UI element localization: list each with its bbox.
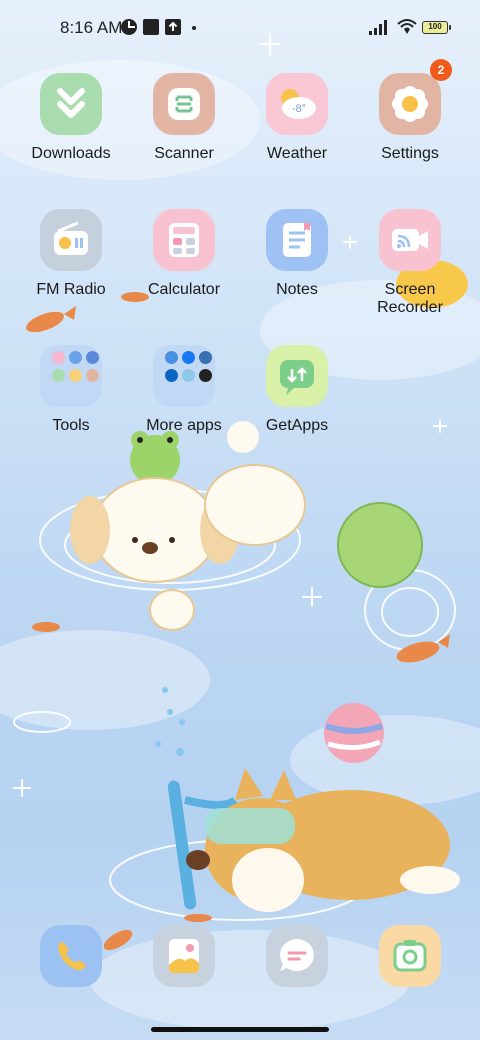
calculator-icon xyxy=(153,209,215,271)
weather-icon: -8° xyxy=(266,73,328,135)
app-label-line: Recorder xyxy=(377,299,443,316)
app-label: Calculator xyxy=(147,281,221,298)
mini-app-icon xyxy=(86,351,99,364)
camera-icon xyxy=(393,940,427,972)
app-scanner[interactable]: Scanner xyxy=(128,73,240,193)
app-calculator[interactable]: Calculator xyxy=(128,209,240,329)
folder-icon xyxy=(40,345,102,407)
mini-app-icon xyxy=(86,369,99,382)
app-fm-radio[interactable]: FM Radio xyxy=(15,209,127,329)
mini-app-icon xyxy=(69,369,82,382)
app-label: Downloads xyxy=(31,145,111,162)
app-notes[interactable]: Notes xyxy=(241,209,353,329)
mini-app-icon xyxy=(52,351,65,364)
screen-recorder-icon xyxy=(379,209,441,271)
folder-tools[interactable]: Tools xyxy=(15,345,127,465)
mini-app-icon xyxy=(182,351,195,364)
app-label: Notes xyxy=(276,281,318,298)
gallery-icon xyxy=(169,939,199,973)
signal-icon xyxy=(369,20,387,35)
scanner-icon xyxy=(153,73,215,135)
app-weather[interactable]: -8° Weather xyxy=(241,73,353,193)
app-label: Weather xyxy=(266,145,328,162)
dot-icon xyxy=(192,26,196,30)
dock-phone[interactable] xyxy=(40,925,102,987)
app-settings[interactable]: Settings xyxy=(354,73,466,193)
app-downloads[interactable]: Downloads xyxy=(15,73,127,193)
folder-icon xyxy=(153,345,215,407)
weather-temp: -8° xyxy=(292,103,306,115)
app-label: Settings xyxy=(381,145,439,162)
mini-app-icon xyxy=(165,351,178,364)
app-label-line: Screen xyxy=(384,281,436,298)
home-indicator[interactable] xyxy=(151,1027,329,1032)
app-label: Tools xyxy=(52,417,90,434)
data-saver-icon xyxy=(121,19,137,35)
app-label: Screen Recorder xyxy=(354,281,466,317)
mini-app-icon xyxy=(199,351,212,364)
app-getapps[interactable]: GetApps xyxy=(241,345,353,465)
upload-icon xyxy=(165,19,181,35)
messages-icon xyxy=(280,939,314,971)
app-label: GetApps xyxy=(265,417,329,434)
mini-app-icon xyxy=(199,369,212,382)
mini-app-icon xyxy=(69,351,82,364)
status-bar: 8:16 AM 100 xyxy=(0,0,480,56)
app-label: More apps xyxy=(146,417,222,434)
wifi-icon xyxy=(397,19,417,34)
settings-icon xyxy=(379,73,441,135)
battery-icon: 100 xyxy=(422,21,451,34)
dock-camera[interactable] xyxy=(379,925,441,987)
app-label: FM Radio xyxy=(36,281,106,298)
radio-icon xyxy=(40,209,102,271)
settings-notification-badge: 2 xyxy=(430,59,452,81)
app-label: Scanner xyxy=(154,145,214,162)
folder-more-apps[interactable]: More apps xyxy=(128,345,240,465)
phone-icon xyxy=(58,942,86,971)
downloads-icon xyxy=(40,73,102,135)
getapps-icon xyxy=(266,345,328,407)
status-time: 8:16 AM xyxy=(60,18,123,37)
dock-messages[interactable] xyxy=(266,925,328,987)
mini-app-icon xyxy=(52,369,65,382)
app-notification-icon xyxy=(143,19,159,35)
notes-icon xyxy=(266,209,328,271)
app-screen-recorder[interactable]: Screen Recorder xyxy=(354,209,466,329)
mini-app-icon xyxy=(182,369,195,382)
mini-app-icon xyxy=(165,369,178,382)
dock-gallery[interactable] xyxy=(153,925,215,987)
